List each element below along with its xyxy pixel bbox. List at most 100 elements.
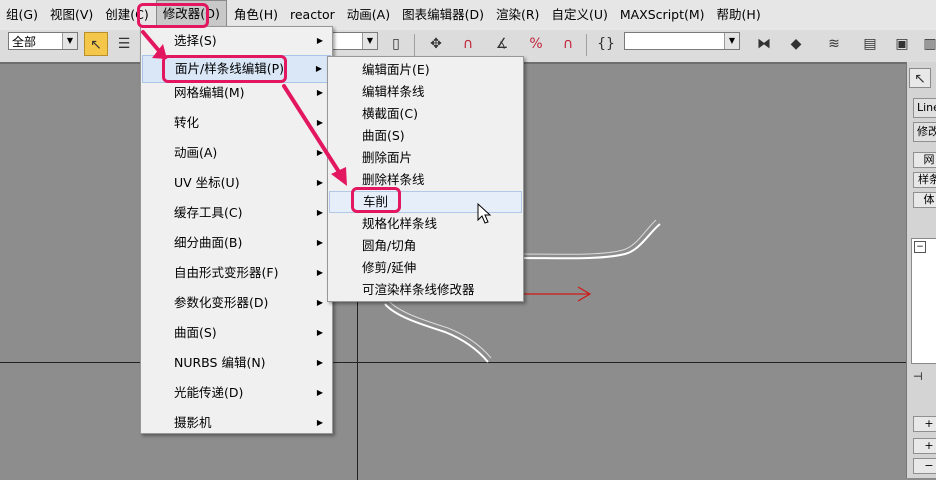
mesh-button[interactable]: 网	[913, 152, 936, 168]
align-icon[interactable]: ◆	[784, 32, 808, 56]
selection-filter-value: 全部	[12, 35, 37, 49]
material-editor-icon[interactable]: ▥	[918, 32, 936, 56]
menu-item-label: 光能传递(D)	[174, 385, 244, 400]
pivot-icon[interactable]: ▯	[384, 32, 408, 56]
submenu-arrow-icon: ▶	[316, 358, 323, 367]
submenu-item-trim-extend[interactable]: 修剪/延伸	[329, 257, 522, 279]
volume-button[interactable]: 体	[913, 192, 936, 208]
submenu-arrow-icon: ▶	[316, 238, 323, 247]
submenu-arrow-icon: ▶	[316, 88, 323, 97]
menu-item-label: 摄影机	[174, 415, 212, 430]
menu-item-subdivision-surfaces[interactable]: 细分曲面(B) ▶	[142, 229, 331, 257]
menu-animation[interactable]: 动画(A)	[341, 1, 396, 29]
submenu-arrow-icon: ▶	[316, 148, 323, 157]
menu-item-cameras[interactable]: 摄影机 ▶	[142, 409, 331, 437]
submenu-arrow-icon: ▶	[316, 388, 323, 397]
angle-snap-icon[interactable]: ∡	[490, 32, 514, 56]
menu-item-label: UV 坐标(U)	[174, 175, 240, 190]
remove-button[interactable]: −	[913, 458, 936, 474]
patch-spline-submenu: 编辑面片(E) 编辑样条线 横截面(C) 曲面(S) 删除面片 删除样条线 车削…	[327, 56, 524, 302]
menu-item-free-form-deformers[interactable]: 自由形式变形器(F) ▶	[142, 259, 331, 287]
menu-rendering[interactable]: 渲染(R)	[490, 1, 545, 29]
menu-item-label: 选择(S)	[174, 33, 217, 48]
menu-group[interactable]: 组(G)	[0, 1, 44, 29]
submenu-item-renderable-spline[interactable]: 可渲染样条线修改器	[329, 279, 522, 301]
collapse-icon[interactable]: −	[914, 241, 926, 253]
submenu-arrow-icon: ▶	[316, 36, 323, 45]
submenu-arrow-icon: ▶	[316, 268, 323, 277]
select-by-name-icon[interactable]: ☰	[112, 32, 136, 56]
submenu-arrow-icon: ▶	[316, 328, 323, 337]
menu-item-label: NURBS 编辑(N)	[174, 355, 266, 370]
menu-maxscript[interactable]: MAXScript(M)	[614, 1, 711, 29]
object-name-field[interactable]: Line	[913, 98, 936, 118]
modifiers-menu: 选择(S) ▶ 面片/样条线编辑(P) ▶ 网格编辑(M) ▶ 转化 ▶ 动画(A) ▶ …	[140, 26, 333, 434]
mirror-icon[interactable]: ⧓	[752, 32, 776, 56]
menu-item-label: 网格编辑(M)	[174, 85, 245, 100]
submenu-item-edit-patch[interactable]: 编辑面片(E)	[329, 59, 522, 81]
select-object-icon[interactable]: ↖	[84, 32, 108, 56]
schematic-view-icon[interactable]: ▣	[890, 32, 914, 56]
submenu-item-cross-section[interactable]: 横截面(C)	[329, 103, 522, 125]
menu-item-surface[interactable]: 曲面(S) ▶	[142, 319, 331, 347]
menu-view[interactable]: 视图(V)	[44, 1, 99, 29]
submenu-arrow-icon: ▶	[316, 298, 323, 307]
submenu-item-surface[interactable]: 曲面(S)	[329, 125, 522, 147]
menu-item-uv-coordinates[interactable]: UV 坐标(U) ▶	[142, 169, 331, 197]
submenu-item-delete-patch[interactable]: 删除面片	[329, 147, 522, 169]
submenu-item-normalize-spline[interactable]: 规格化样条线	[329, 213, 522, 235]
spline-button[interactable]: 样条	[913, 172, 936, 188]
edit-named-selection-icon[interactable]: {}	[594, 32, 618, 56]
pin-stack-icon[interactable]: ⊣	[913, 370, 923, 383]
command-panel: ↖ Line 修改 网 样条 体 − ⊣ + + −	[906, 62, 936, 478]
submenu-arrow-icon: ▶	[316, 418, 323, 427]
submenu-arrow-icon: ▶	[316, 118, 323, 127]
menu-graph-editors[interactable]: 图表编辑器(D)	[396, 1, 490, 29]
menu-item-conversion[interactable]: 转化 ▶	[142, 109, 331, 137]
menu-item-label: 动画(A)	[174, 145, 218, 160]
submenu-item-edit-spline[interactable]: 编辑样条线	[329, 81, 522, 103]
menu-help[interactable]: 帮助(H)	[711, 1, 767, 29]
menu-item-radiosity[interactable]: 光能传递(D) ▶	[142, 379, 331, 407]
named-selection-dropdown[interactable]: ▼	[624, 32, 740, 50]
menu-customize[interactable]: 自定义(U)	[545, 1, 613, 29]
chevron-down-icon: ▼	[62, 33, 77, 49]
menu-reactor[interactable]: reactor	[284, 1, 341, 29]
manipulate-icon[interactable]: ✥	[424, 32, 448, 56]
modifier-list-dropdown[interactable]: 修改	[913, 122, 936, 142]
menu-item-animation[interactable]: 动画(A) ▶	[142, 139, 331, 167]
reference-coordinate-dropdown[interactable]: ▼	[332, 32, 378, 50]
modifier-stack-list[interactable]: −	[911, 238, 936, 364]
submenu-item-fillet-chamfer[interactable]: 圆角/切角	[329, 235, 522, 257]
menu-item-selection[interactable]: 选择(S) ▶	[142, 27, 331, 55]
percent-snap-icon[interactable]: %	[524, 32, 548, 56]
chevron-down-icon: ▼	[724, 33, 739, 49]
menu-item-nurbs-editing[interactable]: NURBS 编辑(N) ▶	[142, 349, 331, 377]
menu-item-cache-tools[interactable]: 缓存工具(C) ▶	[142, 199, 331, 227]
menu-item-label: 自由形式变形器(F)	[174, 265, 279, 280]
menu-item-label: 缓存工具(C)	[174, 205, 243, 220]
create-tab-icon[interactable]: ↖	[909, 68, 931, 88]
menu-item-label: 转化	[174, 115, 200, 130]
curve-editor-icon[interactable]: ▤	[858, 32, 882, 56]
spinner-snap-icon[interactable]: ∩	[556, 32, 580, 56]
chevron-down-icon: ▼	[362, 33, 377, 49]
submenu-arrow-icon: ▶	[316, 178, 323, 187]
snap-3d-icon[interactable]: ∩	[456, 32, 480, 56]
toolbar-divider	[414, 34, 415, 56]
menu-character[interactable]: 角色(H)	[228, 1, 284, 29]
menu-item-label: 曲面(S)	[174, 325, 217, 340]
annotation-box-patch-spline	[162, 55, 287, 83]
menu-item-label: 参数化变形器(D)	[174, 295, 269, 310]
toolbar-divider	[586, 34, 587, 56]
annotation-box-modifiers	[137, 3, 209, 28]
selection-filter-dropdown[interactable]: 全部 ▼	[8, 32, 78, 50]
add-button-2[interactable]: +	[913, 438, 936, 454]
annotation-box-lathe	[351, 187, 401, 213]
submenu-arrow-icon: ▶	[316, 208, 323, 217]
menu-item-label: 细分曲面(B)	[174, 235, 243, 250]
menu-item-mesh-editing[interactable]: 网格编辑(M) ▶	[142, 79, 331, 107]
menu-item-parametric-deformers[interactable]: 参数化变形器(D) ▶	[142, 289, 331, 317]
layer-manager-icon[interactable]: ≋	[822, 32, 846, 56]
add-button[interactable]: +	[913, 416, 936, 432]
